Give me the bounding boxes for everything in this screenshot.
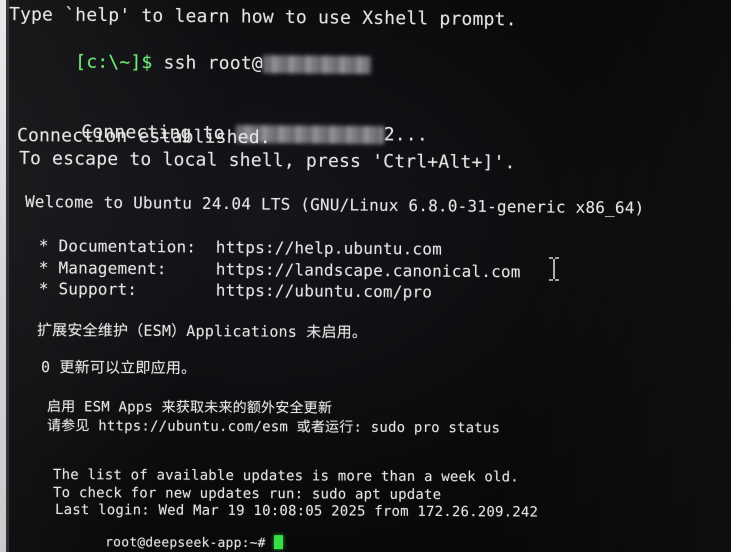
monitor-screen: Type `help' to learn how to use Xshell p… bbox=[0, 0, 731, 552]
block-cursor-icon bbox=[273, 535, 283, 550]
esm-see-line: 请参见 https://ubuntu.com/esm 或者运行: sudo pr… bbox=[46, 418, 501, 437]
help-hint-line: Type `help' to learn how to use Xshell p… bbox=[8, 4, 517, 31]
remote-prompt-line[interactable]: root@deepseek-app:~# bbox=[57, 519, 283, 552]
check-updates-line: To check for new updates run: sudo apt u… bbox=[52, 485, 442, 504]
documentation-line: * Documentation: https://help.ubuntu.com bbox=[28, 236, 443, 259]
ssh-command-line: [c:\~]$ ssh root@ bbox=[9, 30, 371, 96]
remote-prompt: root@deepseek-app:~# bbox=[105, 535, 274, 552]
terminal-window[interactable]: Type `help' to learn how to use Xshell p… bbox=[9, 0, 731, 552]
text-cursor-icon bbox=[548, 257, 560, 281]
last-login-line: Last login: Wed Mar 19 10:08:05 2025 fro… bbox=[54, 502, 539, 521]
esm-status-line: 扩展安全维护（ESM）Applications 未启用。 bbox=[36, 321, 368, 342]
redacted-host bbox=[262, 55, 371, 75]
support-line: * Support: https://ubuntu.com/pro bbox=[28, 279, 433, 302]
updates-line: 0 更新可以立即应用。 bbox=[40, 358, 197, 378]
welcome-line: Welcome to Ubuntu 24.04 LTS (GNU/Linux 6… bbox=[24, 192, 645, 218]
local-prompt: [c:\~]$ bbox=[75, 51, 153, 74]
connecting-suffix: 2... bbox=[383, 124, 428, 146]
updates-old-line: The list of available updates is more th… bbox=[52, 467, 519, 486]
connection-established-line: Connection established. bbox=[16, 125, 271, 149]
escape-hint-line: To escape to local shell, press 'Ctrl+Al… bbox=[18, 148, 516, 174]
ssh-command: ssh root@ bbox=[152, 52, 263, 75]
management-line: * Management: https://landscape.canonica… bbox=[28, 258, 521, 282]
